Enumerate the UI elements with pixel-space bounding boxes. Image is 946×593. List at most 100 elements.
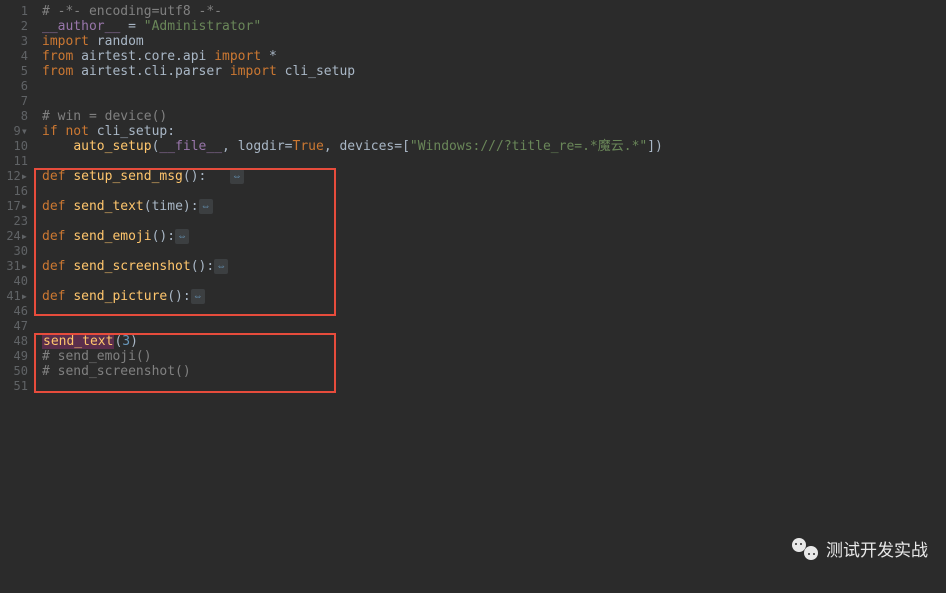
code-line[interactable]: # win = device() <box>42 109 946 124</box>
code-line[interactable] <box>42 154 946 169</box>
code-line[interactable] <box>42 304 946 319</box>
code-line[interactable]: # send_emoji() <box>42 349 946 364</box>
sig: (): <box>152 229 175 244</box>
func-name: send_screenshot <box>73 259 190 274</box>
wechat-icon <box>792 538 818 560</box>
keyword: def <box>42 289 65 304</box>
paren: ) <box>130 334 138 349</box>
paren: ]) <box>647 139 663 154</box>
func-name: send_text <box>73 199 143 214</box>
fold-icon[interactable]: ⇔ <box>230 169 244 184</box>
code-line[interactable]: if not cli_setup: <box>42 124 946 139</box>
code-line[interactable]: def send_emoji():⇔ <box>42 229 946 244</box>
keyword: from <box>42 64 73 79</box>
code-line[interactable]: def send_picture():⇔ <box>42 289 946 304</box>
code-line[interactable] <box>42 244 946 259</box>
line-number: 1 <box>0 4 28 19</box>
line-number: 3 <box>0 34 28 49</box>
line-number: 8 <box>0 109 28 124</box>
comment: # send_emoji() <box>42 349 152 364</box>
code-line[interactable]: from airtest.cli.parser import cli_setup <box>42 64 946 79</box>
code-line[interactable]: from airtest.core.api import * <box>42 49 946 64</box>
comment: # send_screenshot() <box>42 364 191 379</box>
code-area[interactable]: # -*- encoding=utf8 -*- __author__ = "Ad… <box>36 0 946 593</box>
keyword: def <box>42 259 65 274</box>
module: random <box>89 34 144 49</box>
keyword: import <box>230 64 277 79</box>
func-name: send_emoji <box>73 229 151 244</box>
code-line[interactable] <box>42 214 946 229</box>
code-line[interactable] <box>42 379 946 394</box>
line-number[interactable]: 41▸ <box>0 289 28 304</box>
keyword: True <box>293 139 324 154</box>
comment: # win = device() <box>42 109 167 124</box>
sig: (): <box>183 169 230 184</box>
sig: (): <box>167 289 190 304</box>
code-line[interactable] <box>42 274 946 289</box>
line-number: 50 <box>0 364 28 379</box>
number: 3 <box>122 334 130 349</box>
sig: (): <box>191 259 214 274</box>
func-name: setup_send_msg <box>73 169 183 184</box>
arg: , logdir= <box>222 139 292 154</box>
code-line[interactable]: __author__ = "Administrator" <box>42 19 946 34</box>
op: = <box>120 19 143 34</box>
line-number: 48 <box>0 334 28 349</box>
comment: # -*- encoding=utf8 -*- <box>42 4 222 19</box>
code-line[interactable]: auto_setup(__file__, logdir=True, device… <box>42 139 946 154</box>
arg: , devices=[ <box>324 139 410 154</box>
line-number: 11 <box>0 154 28 169</box>
fold-icon[interactable]: ⇔ <box>191 289 205 304</box>
string: "Windows:///?title_re=.*魔云.*" <box>410 139 647 154</box>
code-line[interactable]: def send_screenshot():⇔ <box>42 259 946 274</box>
func-call-highlight: send_text <box>42 334 114 349</box>
fold-icon[interactable]: ⇔ <box>214 259 228 274</box>
line-number[interactable]: 24▸ <box>0 229 28 244</box>
line-number: 40 <box>0 274 28 289</box>
module: airtest.core.api <box>73 49 214 64</box>
keyword: def <box>42 169 65 184</box>
ident: cli_setup: <box>89 124 175 139</box>
line-number[interactable]: 12▸ <box>0 169 28 184</box>
line-number: 47 <box>0 319 28 334</box>
line-number[interactable]: 31▸ <box>0 259 28 274</box>
line-number[interactable]: 17▸ <box>0 199 28 214</box>
code-line[interactable]: def setup_send_msg(): ⇔ <box>42 169 946 184</box>
code-line[interactable] <box>42 184 946 199</box>
keyword: import <box>214 49 261 64</box>
star: * <box>261 49 277 64</box>
keyword: import <box>42 34 89 49</box>
line-number: 49 <box>0 349 28 364</box>
code-line[interactable] <box>42 79 946 94</box>
line-number: 2 <box>0 19 28 34</box>
line-number: 51 <box>0 379 28 394</box>
line-number-gutter: 1 2 3 4 5 6 7 8 9▾ 10 11 12▸ 16 17▸ 23 2… <box>0 0 36 593</box>
line-number: 4 <box>0 49 28 64</box>
line-number: 5 <box>0 64 28 79</box>
code-line[interactable] <box>42 319 946 334</box>
dunder: __file__ <box>159 139 222 154</box>
func-name: send_picture <box>73 289 167 304</box>
fold-icon[interactable]: ⇔ <box>175 229 189 244</box>
fold-icon[interactable]: ⇔ <box>199 199 213 214</box>
line-number: 30 <box>0 244 28 259</box>
ident: cli_setup <box>277 64 355 79</box>
keyword: if not <box>42 124 89 139</box>
code-line[interactable]: send_text(3) <box>42 334 946 349</box>
watermark-text: 测试开发实战 <box>826 536 928 561</box>
code-line[interactable] <box>42 94 946 109</box>
code-line[interactable]: # -*- encoding=utf8 -*- <box>42 4 946 19</box>
code-line[interactable]: import random <box>42 34 946 49</box>
keyword: def <box>42 229 65 244</box>
code-line[interactable]: def send_text(time):⇔ <box>42 199 946 214</box>
line-number: 46 <box>0 304 28 319</box>
keyword: from <box>42 49 73 64</box>
code-line[interactable]: # send_screenshot() <box>42 364 946 379</box>
keyword: def <box>42 199 65 214</box>
string: "Administrator" <box>144 19 261 34</box>
line-number: 6 <box>0 79 28 94</box>
func-call: auto_setup <box>73 139 151 154</box>
module: airtest.cli.parser <box>73 64 230 79</box>
line-number[interactable]: 9▾ <box>0 124 28 139</box>
indent <box>42 139 73 154</box>
